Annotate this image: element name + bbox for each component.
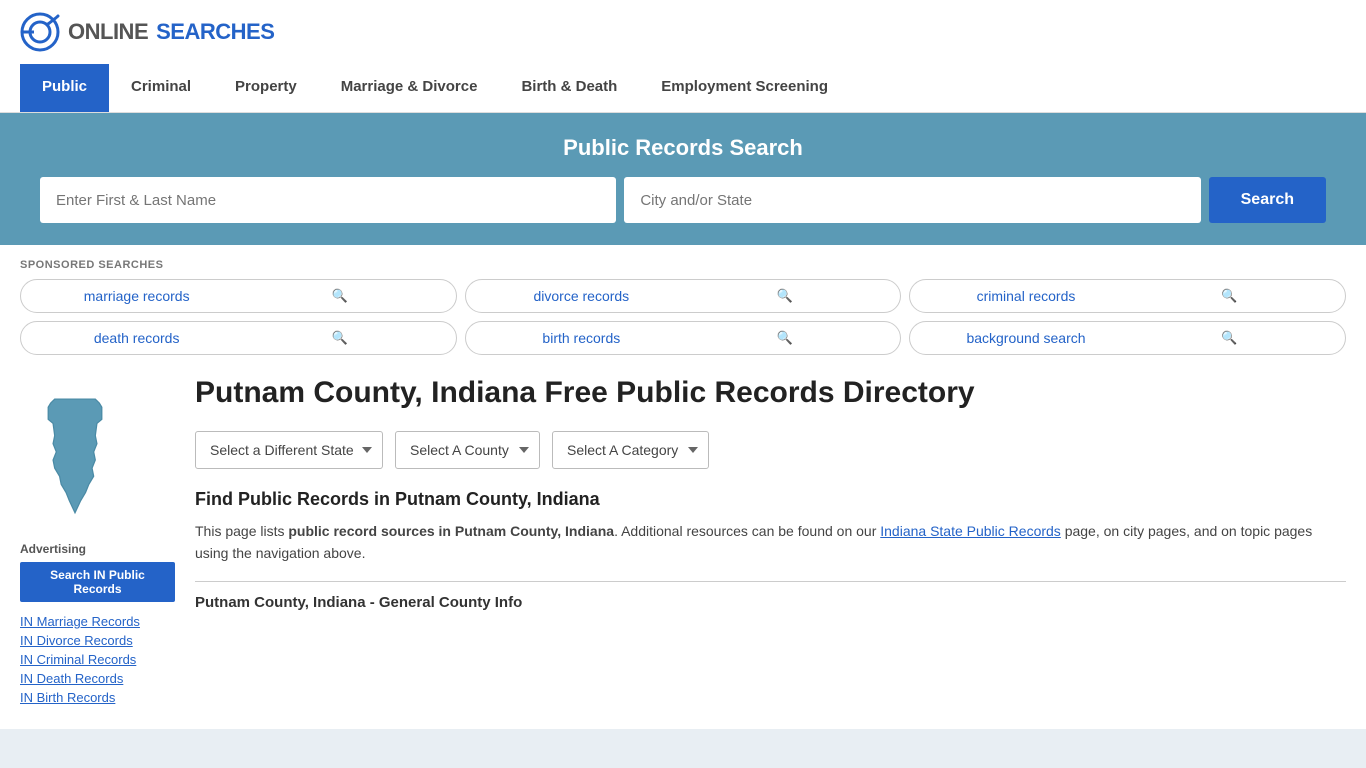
- county-dropdown[interactable]: Select A County: [395, 431, 540, 469]
- logo-icon: [20, 12, 60, 52]
- nav-item-employment[interactable]: Employment Screening: [639, 64, 850, 112]
- tag-divorce-records[interactable]: divorce records 🔍: [465, 279, 902, 313]
- sidebar-link-criminal[interactable]: IN Criminal Records: [20, 652, 175, 667]
- logo-text-online: ONLINE: [68, 19, 148, 45]
- left-content: Advertising Search IN Public Records IN …: [20, 375, 1346, 709]
- logo: ONLINE SEARCHES: [20, 12, 274, 52]
- tag-birth-label: birth records: [480, 330, 683, 346]
- search-tags-grid: marriage records 🔍 divorce records 🔍 cri…: [20, 279, 1346, 355]
- tag-death-records[interactable]: death records 🔍: [20, 321, 457, 355]
- advertising-block: Advertising Search IN Public Records IN …: [20, 542, 175, 705]
- indiana-state-records-link[interactable]: Indiana State Public Records: [880, 523, 1061, 539]
- search-banner: Public Records Search Search: [0, 113, 1366, 245]
- main-nav: Public Criminal Property Marriage & Divo…: [0, 64, 1366, 113]
- tag-death-label: death records: [35, 330, 238, 346]
- tag-criminal-records[interactable]: criminal records 🔍: [909, 279, 1346, 313]
- section-divider: [195, 581, 1346, 582]
- ad-label: Advertising: [20, 542, 175, 556]
- state-dropdown[interactable]: Select a Different State: [195, 431, 383, 469]
- search-button[interactable]: Search: [1209, 177, 1326, 223]
- find-desc-bold: public record sources in Putnam County, …: [288, 523, 614, 539]
- nav-item-criminal[interactable]: Criminal: [109, 64, 213, 112]
- name-input[interactable]: [40, 177, 616, 223]
- left-panel: Advertising Search IN Public Records IN …: [20, 375, 175, 709]
- sidebar-link-death[interactable]: IN Death Records: [20, 671, 175, 686]
- dropdowns-row: Select a Different State Select A County…: [195, 431, 1346, 469]
- nav-item-public[interactable]: Public: [20, 64, 109, 112]
- nav-item-property[interactable]: Property: [213, 64, 319, 112]
- find-desc-middle: . Additional resources can be found on o…: [614, 523, 880, 539]
- search-icon-4: 🔍: [238, 330, 441, 346]
- tag-background-label: background search: [924, 330, 1127, 346]
- logo-text-searches: SEARCHES: [156, 19, 274, 45]
- main-container: SPONSORED SEARCHES marriage records 🔍 di…: [0, 245, 1366, 729]
- find-description: This page lists public record sources in…: [195, 520, 1346, 565]
- page-title: Putnam County, Indiana Free Public Recor…: [195, 375, 1346, 411]
- content-main: Putnam County, Indiana Free Public Recor…: [175, 375, 1346, 709]
- tag-marriage-records[interactable]: marriage records 🔍: [20, 279, 457, 313]
- tag-marriage-label: marriage records: [35, 288, 238, 304]
- find-desc-before: This page lists: [195, 523, 288, 539]
- tag-criminal-label: criminal records: [924, 288, 1127, 304]
- sidebar-link-birth[interactable]: IN Birth Records: [20, 690, 175, 705]
- sidebar-link-marriage[interactable]: IN Marriage Records: [20, 614, 175, 629]
- find-title: Find Public Records in Putnam County, In…: [195, 489, 1346, 510]
- tag-divorce-label: divorce records: [480, 288, 683, 304]
- nav-item-birth-death[interactable]: Birth & Death: [499, 64, 639, 112]
- location-input[interactable]: [624, 177, 1200, 223]
- search-in-public-records-button[interactable]: Search IN Public Records: [20, 562, 175, 602]
- search-banner-title: Public Records Search: [40, 135, 1326, 161]
- search-icon-6: 🔍: [1128, 330, 1331, 346]
- nav-item-marriage-divorce[interactable]: Marriage & Divorce: [319, 64, 500, 112]
- tag-background-search[interactable]: background search 🔍: [909, 321, 1346, 355]
- indiana-map: [20, 395, 175, 528]
- search-icon-5: 🔍: [683, 330, 886, 346]
- section-subtitle: Putnam County, Indiana - General County …: [195, 594, 1346, 611]
- header: ONLINE SEARCHES: [0, 0, 1366, 64]
- content-area: SPONSORED SEARCHES marriage records 🔍 di…: [0, 245, 1366, 729]
- indiana-map-svg: [20, 395, 130, 525]
- search-icon-3: 🔍: [1128, 288, 1331, 304]
- search-form: Search: [40, 177, 1326, 223]
- sponsored-label: SPONSORED SEARCHES: [20, 259, 1346, 271]
- search-icon-2: 🔍: [683, 288, 886, 304]
- sidebar-link-divorce[interactable]: IN Divorce Records: [20, 633, 175, 648]
- search-icon-1: 🔍: [238, 288, 441, 304]
- category-dropdown[interactable]: Select A Category: [552, 431, 709, 469]
- tag-birth-records[interactable]: birth records 🔍: [465, 321, 902, 355]
